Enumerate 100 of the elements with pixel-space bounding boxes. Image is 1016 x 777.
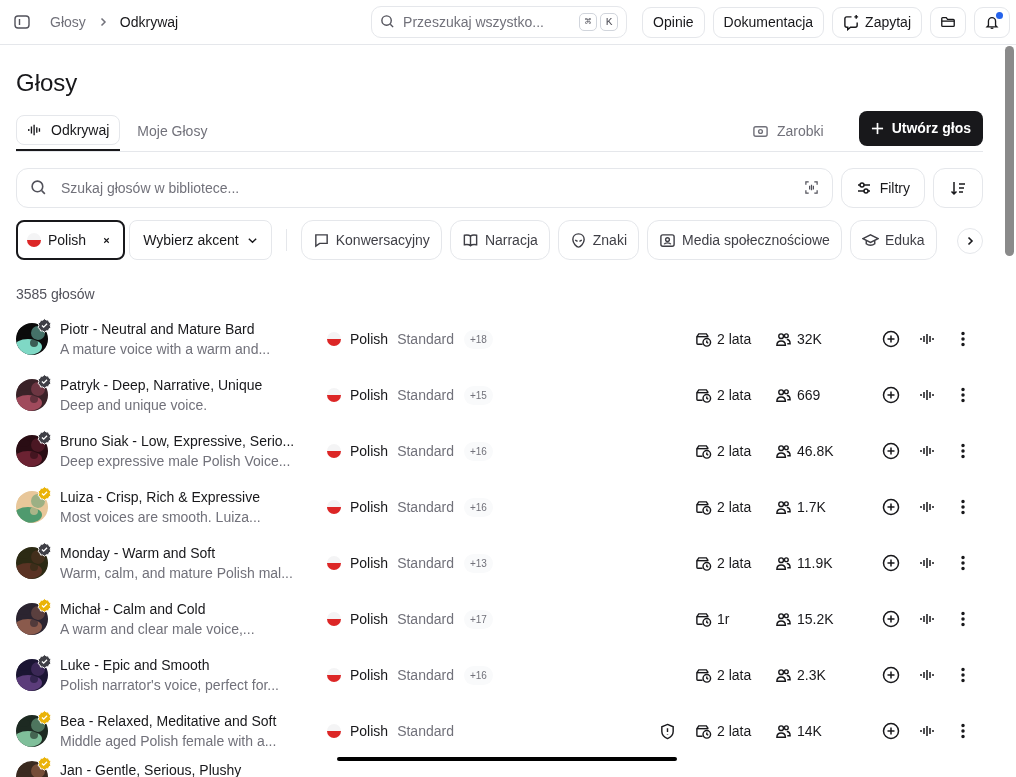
accent-dropdown[interactable]: Wybierz akcent <box>129 220 272 260</box>
scroll-right-button[interactable] <box>957 228 983 254</box>
alien-icon <box>569 231 587 249</box>
language-label: Polish <box>350 329 389 349</box>
age-label: 2 lata <box>717 665 752 685</box>
more-languages-count: +13 <box>463 553 493 573</box>
tab[interactable]: Moje Głosy <box>126 111 219 151</box>
poland-flag-icon <box>26 232 42 248</box>
language-label: Polish <box>350 721 389 741</box>
voice-description: Middle aged Polish female with a... <box>60 732 278 750</box>
id-card-icon <box>659 231 676 249</box>
graduation-cap-icon <box>861 231 879 249</box>
search-icon <box>30 179 47 196</box>
add-circle-icon[interactable] <box>882 386 900 404</box>
user-count: 669 <box>797 385 821 405</box>
user-count: 11.9K <box>797 553 833 573</box>
accent-label: Standard <box>397 553 454 573</box>
age-label: 2 lata <box>717 721 752 741</box>
more-languages-count: +18 <box>463 329 493 349</box>
users-icon <box>775 722 792 740</box>
sort-button[interactable] <box>933 168 983 208</box>
voice-name: Piotr - Neutral and Mature Bard <box>60 320 256 338</box>
age-label: 2 lata <box>717 441 752 461</box>
voice-search-field[interactable]: Szukaj głosów w bibliotece... <box>16 168 833 208</box>
age-label: 1r <box>717 609 730 629</box>
voice-description: Warm, calm, and mature Polish mal... <box>60 564 294 582</box>
category-chip[interactable]: Konwersacyjny <box>300 220 442 260</box>
clock-icon <box>695 498 712 516</box>
users-icon <box>775 330 792 348</box>
clock-icon <box>695 442 712 460</box>
filters-button[interactable]: Filtry <box>840 168 925 208</box>
accent-label: Standard <box>397 385 454 405</box>
age-label: 2 lata <box>717 329 752 349</box>
poland-flag-icon <box>326 611 342 627</box>
add-circle-icon[interactable] <box>882 722 900 740</box>
book-icon <box>461 231 479 249</box>
add-circle-icon[interactable] <box>882 498 900 516</box>
users-icon <box>775 610 792 628</box>
poland-flag-icon <box>326 667 342 683</box>
language-label: Polish <box>350 665 389 685</box>
page-title: Głosy <box>16 68 79 98</box>
poland-flag-icon <box>326 443 342 459</box>
create-voice-button[interactable]: Utwórz głos <box>858 111 983 146</box>
more-languages-count: +16 <box>463 665 493 685</box>
age-label: 2 lata <box>717 497 752 517</box>
header-button[interactable]: Dokumentacja <box>712 6 825 38</box>
category-chip[interactable]: Narracja <box>449 220 550 260</box>
add-circle-icon[interactable] <box>882 610 900 628</box>
accent-label: Standard <box>397 497 454 517</box>
sidebar-toggle-icon[interactable] <box>13 13 31 31</box>
users-icon <box>775 386 792 404</box>
language-chip[interactable]: Polish <box>16 220 126 260</box>
earnings-link[interactable]: Zarobki <box>751 121 824 142</box>
poland-flag-icon <box>326 331 342 347</box>
add-circle-icon[interactable] <box>882 442 900 460</box>
user-count: 2.3K <box>797 665 826 685</box>
clock-icon <box>695 386 712 404</box>
users-icon <box>775 442 792 460</box>
voice-description: A mature voice with a warm and... <box>60 340 272 358</box>
sliders-icon <box>855 180 872 196</box>
speech-bubble-icon <box>312 231 330 249</box>
more-languages-count: +15 <box>463 385 493 405</box>
add-circle-icon[interactable] <box>882 330 900 348</box>
breadcrumb-link[interactable]: Głosy <box>50 11 86 33</box>
notifications-button[interactable] <box>974 6 1010 38</box>
user-count: 15.2K <box>797 609 834 629</box>
voice-description: Most voices are smooth. Luiza... <box>60 508 262 526</box>
more-languages-count: +16 <box>463 441 493 461</box>
folder-button[interactable] <box>930 6 966 38</box>
header-button[interactable]: Opinie <box>642 6 705 38</box>
age-label: 2 lata <box>717 385 752 405</box>
clock-icon <box>695 330 712 348</box>
scrollbar-thumb[interactable] <box>1005 46 1014 256</box>
clock-icon <box>695 554 712 572</box>
header-button[interactable]: Zapytaj <box>832 6 922 38</box>
chevron-right-icon <box>965 236 975 246</box>
users-icon <box>775 498 792 516</box>
accent-label: Standard <box>397 665 454 685</box>
add-circle-icon[interactable] <box>882 666 900 684</box>
close-icon[interactable] <box>102 235 112 245</box>
user-count: 14K <box>797 721 822 741</box>
poland-flag-icon <box>326 499 342 515</box>
voice-name: Luke - Epic and Smooth <box>60 656 211 674</box>
voice-name: Michał - Calm and Cold <box>60 600 207 618</box>
add-circle-icon[interactable] <box>882 554 900 572</box>
language-label: Polish <box>350 497 389 517</box>
language-label: Polish <box>350 553 389 573</box>
scan-icon[interactable] <box>803 180 819 195</box>
search-icon <box>380 14 396 29</box>
category-chip[interactable]: Eduka <box>849 220 937 260</box>
banknote-icon <box>751 123 769 140</box>
more-languages-count: +16 <box>463 497 493 517</box>
user-count: 32K <box>797 329 822 349</box>
breadcrumb-link[interactable]: Odkrywaj <box>119 11 179 33</box>
voice-name: Jan - Gentle, Serious, Plushy <box>60 761 243 777</box>
shortcut-key: K <box>600 13 619 31</box>
category-chip[interactable]: Media społecznościowe <box>647 220 842 260</box>
category-chip[interactable]: Znaki <box>557 220 639 260</box>
accent-label: Standard <box>397 609 454 629</box>
more-languages-count: +17 <box>463 609 493 629</box>
